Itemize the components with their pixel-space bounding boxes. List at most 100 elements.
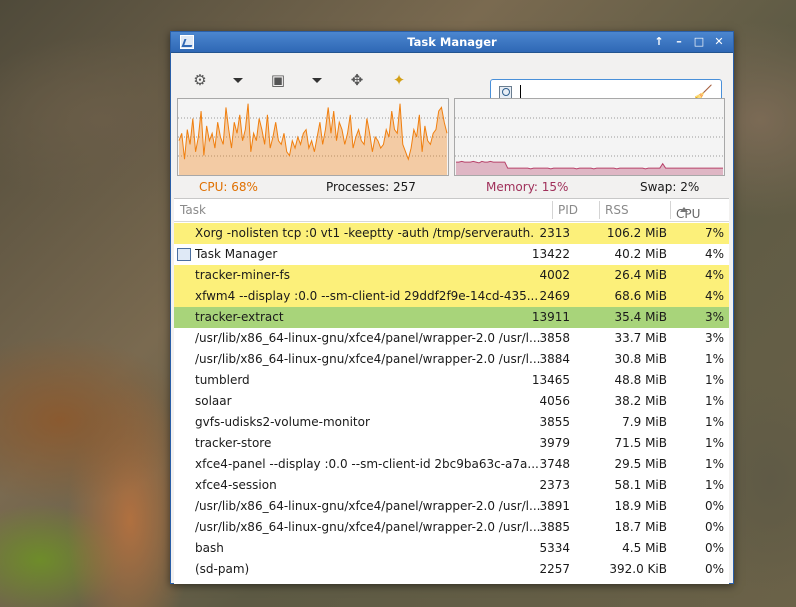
settings-icon[interactable]: ⚙	[189, 69, 211, 91]
column-separator[interactable]	[670, 201, 671, 219]
cpu-cell: 1%	[704, 457, 724, 471]
swap-usage-label: Swap: 2%	[640, 180, 700, 194]
table-row[interactable]: tumblerd 13465 48.8 MiB 1%	[174, 370, 729, 391]
table-body: Xorg -nolisten tcp :0 vt1 -keeptty -auth…	[174, 223, 729, 580]
rss-cell: 38.2 MiB	[614, 394, 667, 408]
rss-cell: 26.4 MiB	[614, 268, 667, 282]
table-row[interactable]: xfwm4 --display :0.0 --sm-client-id 29dd…	[174, 286, 729, 307]
task-cell: xfwm4 --display :0.0 --sm-client-id 29dd…	[195, 289, 539, 303]
pid-cell: 13422	[531, 247, 570, 261]
table-row[interactable]: tracker-miner-fs 4002 26.4 MiB 4%	[174, 265, 729, 286]
table-row[interactable]: solaar 4056 38.2 MiB 1%	[174, 391, 729, 412]
columns-icon[interactable]: ▣	[267, 69, 289, 91]
rss-cell: 29.5 MiB	[614, 457, 667, 471]
table-row[interactable]: bash 5334 4.5 MiB 0%	[174, 538, 729, 559]
task-cell: tracker-extract	[195, 310, 284, 324]
rss-cell: 40.2 MiB	[614, 247, 667, 261]
table-row[interactable]: /usr/lib/x86_64-linux-gnu/xfce4/panel/wr…	[174, 496, 729, 517]
table-row[interactable]: /usr/lib/x86_64-linux-gnu/xfce4/panel/wr…	[174, 517, 729, 538]
table-row[interactable]: gvfs-udisks2-volume-monitor 3855 7.9 MiB 1%	[174, 412, 729, 433]
cpu-cell: 0%	[704, 520, 724, 534]
task-cell: (sd-pam)	[195, 562, 250, 576]
sparkle-icon[interactable]: ✦	[388, 69, 410, 91]
task-cell: solaar	[195, 394, 232, 408]
pid-cell: 3858	[539, 331, 570, 345]
rss-cell: 7.9 MiB	[622, 415, 667, 429]
table-row[interactable]: Xorg -nolisten tcp :0 vt1 -keeptty -auth…	[174, 223, 729, 244]
pid-cell: 3885	[539, 520, 570, 534]
cpu-cell: 1%	[704, 373, 724, 387]
minimize-button[interactable]: –	[671, 34, 687, 50]
titlebar[interactable]: Task Manager ↑ – □ ✕	[171, 32, 733, 53]
maximize-button[interactable]: □	[691, 34, 707, 50]
table-header: Task PID RSS CPU	[174, 199, 729, 222]
settings-dropdown-arrow[interactable]	[232, 71, 244, 89]
pid-cell: 13465	[531, 373, 570, 387]
column-separator[interactable]	[552, 201, 553, 219]
table-row[interactable]: /usr/lib/x86_64-linux-gnu/xfce4/panel/wr…	[174, 328, 729, 349]
table-row[interactable]: Task Manager 13422 40.2 MiB 4%	[174, 244, 729, 265]
column-separator[interactable]	[599, 201, 600, 219]
stats-bar: CPU: 68% Processes: 257 Memory: 15% Swap…	[177, 180, 725, 196]
memory-usage-label: Memory: 15%	[486, 180, 569, 194]
rss-cell: 71.5 MiB	[614, 436, 667, 450]
memory-graph	[454, 98, 725, 176]
pid-cell: 3979	[539, 436, 570, 450]
pid-cell: 2373	[539, 478, 570, 492]
task-cell: xfce4-panel --display :0.0 --sm-client-i…	[195, 457, 539, 471]
column-header-task[interactable]: Task	[180, 203, 206, 217]
table-row[interactable]: tracker-extract 13911 35.4 MiB 3%	[174, 307, 729, 328]
cpu-cell: 4%	[704, 247, 724, 261]
rss-cell: 33.7 MiB	[614, 331, 667, 345]
columns-dropdown-arrow[interactable]	[311, 71, 323, 89]
pid-cell: 13911	[531, 310, 570, 324]
table-row[interactable]: xfce4-panel --display :0.0 --sm-client-i…	[174, 454, 729, 475]
table-row[interactable]: tracker-store 3979 71.5 MiB 1%	[174, 433, 729, 454]
cpu-cell: 3%	[704, 310, 724, 324]
memory-graph-svg	[455, 117, 724, 175]
task-cell: /usr/lib/x86_64-linux-gnu/xfce4/panel/wr…	[195, 499, 541, 513]
rss-cell: 4.5 MiB	[622, 541, 667, 555]
table-row[interactable]: (sd-pam) 2257 392.0 KiB 0%	[174, 559, 729, 580]
pid-cell: 2469	[539, 289, 570, 303]
column-header-pid[interactable]: PID	[558, 203, 578, 217]
cpu-graph	[177, 98, 449, 176]
close-button[interactable]: ✕	[711, 34, 727, 50]
task-cell: Task Manager	[195, 247, 278, 261]
cpu-cell: 0%	[704, 562, 724, 576]
task-cell: tracker-miner-fs	[195, 268, 290, 282]
task-cell: /usr/lib/x86_64-linux-gnu/xfce4/panel/wr…	[195, 352, 541, 366]
cpu-cell: 7%	[704, 226, 724, 240]
cpu-cell: 3%	[704, 331, 724, 345]
pid-cell: 4002	[539, 268, 570, 282]
rss-cell: 392.0 KiB	[609, 562, 667, 576]
rss-cell: 48.8 MiB	[614, 373, 667, 387]
task-cell: tracker-store	[195, 436, 272, 450]
pid-cell: 3884	[539, 352, 570, 366]
column-header-rss[interactable]: RSS	[605, 203, 629, 217]
process-table: Task PID RSS CPU Xorg -nolisten tcp :0 v…	[174, 198, 729, 584]
graphs-area	[177, 98, 725, 176]
rss-cell: 18.7 MiB	[614, 520, 667, 534]
task-manager-icon	[177, 248, 191, 261]
rss-cell: 18.9 MiB	[614, 499, 667, 513]
cpu-cell: 1%	[704, 415, 724, 429]
process-count-label: Processes: 257	[326, 180, 416, 194]
crosshair-icon[interactable]: ✥	[346, 69, 368, 91]
table-row[interactable]: /usr/lib/x86_64-linux-gnu/xfce4/panel/wr…	[174, 349, 729, 370]
sort-ascending-icon	[680, 207, 688, 212]
window-title: Task Manager	[407, 35, 497, 49]
task-cell: bash	[195, 541, 224, 555]
pid-cell: 2313	[539, 226, 570, 240]
rss-cell: 35.4 MiB	[614, 310, 667, 324]
cpu-cell: 4%	[704, 289, 724, 303]
shade-button[interactable]: ↑	[651, 34, 667, 50]
table-row[interactable]: xfce4-session 2373 58.1 MiB 1%	[174, 475, 729, 496]
task-cell: xfce4-session	[195, 478, 277, 492]
pid-cell: 3855	[539, 415, 570, 429]
toolbar: ⚙ ▣ ✥ ✦ 🧹	[171, 53, 733, 107]
cpu-cell: 4%	[704, 268, 724, 282]
cpu-cell: 1%	[704, 478, 724, 492]
rss-cell: 68.6 MiB	[614, 289, 667, 303]
pid-cell: 4056	[539, 394, 570, 408]
